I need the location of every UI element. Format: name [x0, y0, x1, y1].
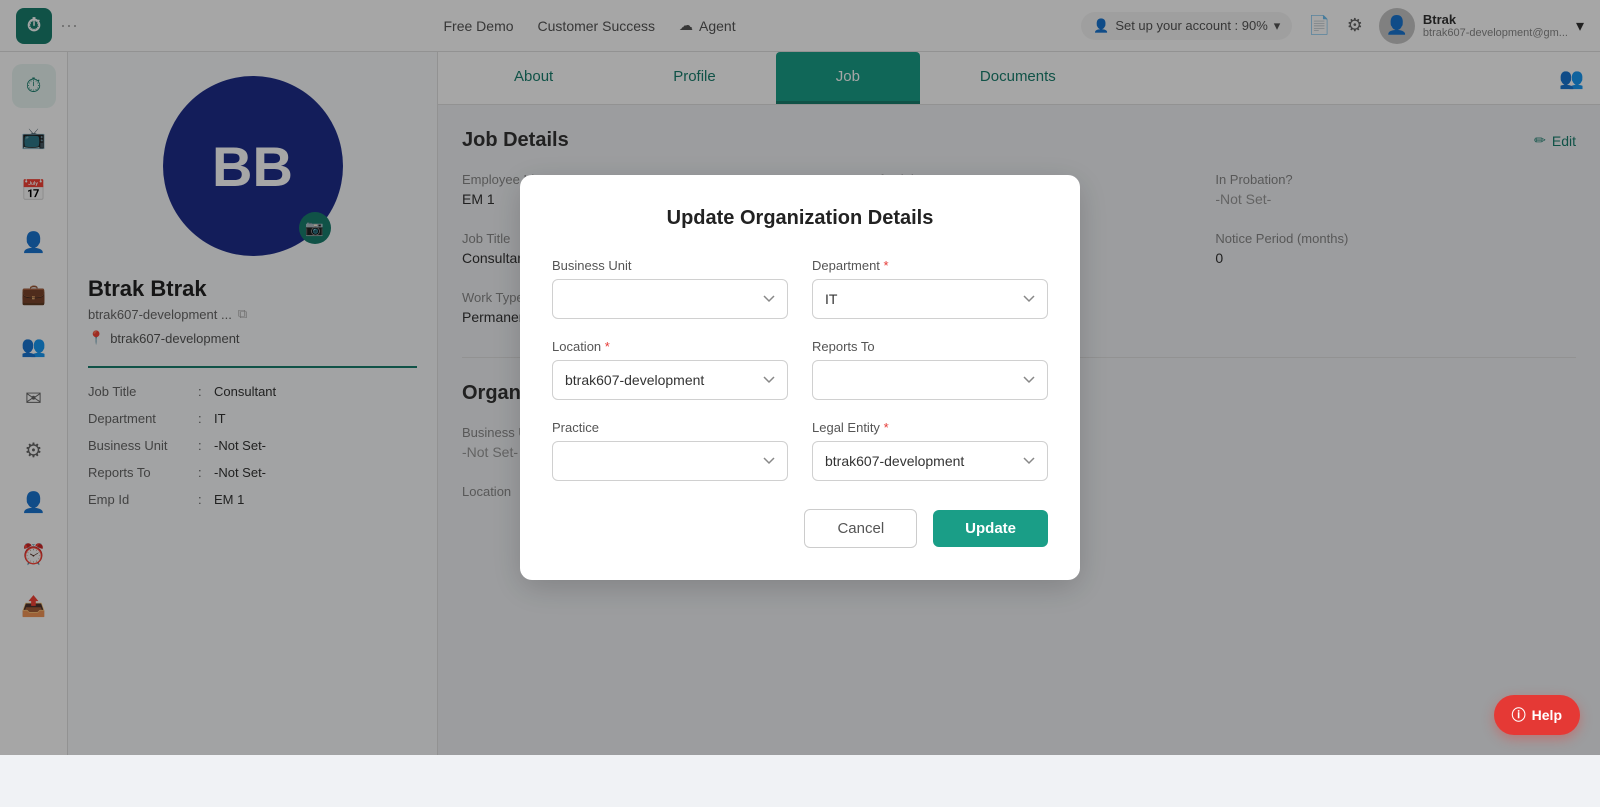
modal-field-practice: Practice	[552, 420, 788, 481]
reports-to-select[interactable]	[812, 360, 1048, 400]
required-star: *	[605, 339, 610, 354]
location-select[interactable]: btrak607-development	[552, 360, 788, 400]
modal-footer: Cancel Update	[552, 509, 1048, 548]
modal-field-reports-to: Reports To	[812, 339, 1048, 400]
modal-fields-grid: Business Unit Department * IT Location	[552, 258, 1048, 481]
modal-field-business-unit: Business Unit	[552, 258, 788, 319]
help-button[interactable]: ⓘ Help	[1494, 695, 1580, 735]
modal-title: Update Organization Details	[552, 207, 1048, 230]
department-select[interactable]: IT	[812, 279, 1048, 319]
cancel-button[interactable]: Cancel	[804, 509, 917, 548]
required-star: *	[884, 420, 889, 435]
business-unit-select[interactable]	[552, 279, 788, 319]
modal-field-legal-entity: Legal Entity * btrak607-development	[812, 420, 1048, 481]
update-button[interactable]: Update	[933, 510, 1048, 547]
update-org-modal: Update Organization Details Business Uni…	[520, 175, 1080, 580]
practice-select[interactable]	[552, 441, 788, 481]
modal-field-location: Location * btrak607-development	[552, 339, 788, 400]
legal-entity-select[interactable]: btrak607-development	[812, 441, 1048, 481]
modal-overlay: Update Organization Details Business Uni…	[0, 0, 1600, 755]
modal-field-department: Department * IT	[812, 258, 1048, 319]
help-icon: ⓘ	[1512, 705, 1526, 725]
required-star: *	[884, 258, 889, 273]
